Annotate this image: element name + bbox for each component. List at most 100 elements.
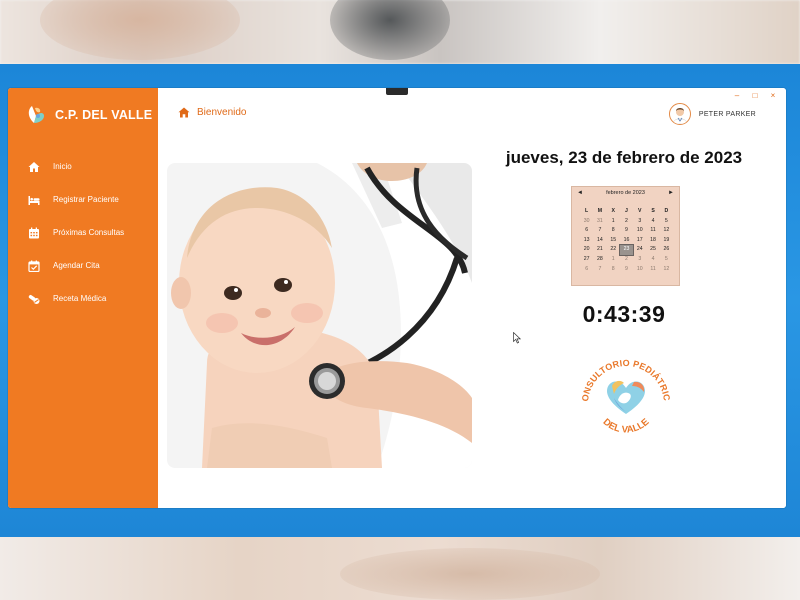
sidebar-item-proximas-consultas[interactable]: Próximas Consultas [28,216,153,249]
sidebar-item-receta-medica[interactable]: Receta Médica [28,282,153,315]
calendar-day[interactable]: 2 [620,217,633,227]
clinic-logo-badge: CONSULTORIO PEDIÁTRICO DEL VALLE [570,338,678,450]
app-logo-icon [28,106,44,123]
home-icon [28,161,40,172]
calendar-day[interactable]: 8 [607,226,620,236]
window-controls: – □ × [732,91,778,100]
calendar-icon [29,227,39,238]
sidebar-item-agendar-cita[interactable]: Agendar Cita [28,249,153,282]
calendar-day[interactable]: 17 [633,236,646,246]
sidebar-nav: Inicio Registrar Paciente Próximas Consu… [28,150,153,315]
calendar-day[interactable]: 3 [633,255,646,265]
calendar-week-row: 6 7 8 9 10 11 12 [580,226,673,236]
calendar-day[interactable]: 23 [618,244,635,256]
calendar-grid: L M X J V S D 30 31 1 2 3 4 5 6 7 8 9 10 11 12 13 14 15 1… [580,207,673,274]
current-date: jueves, 23 de febrero de 2023 [505,148,743,167]
calendar-day[interactable]: 19 [660,236,673,246]
sidebar-item-registrar-paciente[interactable]: Registrar Paciente [28,183,153,216]
pills-icon [28,294,40,304]
calendar-day[interactable]: 7 [593,226,606,236]
calendar-day[interactable]: 9 [620,265,633,275]
doctor-avatar-icon [672,108,688,124]
calendar-day[interactable]: 13 [580,236,593,246]
avatar [668,103,691,125]
background-blur-shape [340,548,600,600]
breadcrumb-label: Bienvenido [197,107,247,118]
calendar-weeks: 30 31 1 2 3 4 5 6 7 8 9 10 11 12 13 14 15 16 17 18 19 20 21 22 2… [580,217,673,275]
weekday-label: L [585,208,589,214]
calendar-day[interactable]: 1 [607,255,620,265]
calendar-day[interactable]: 31 [593,217,606,227]
doctor-baby-photo [167,163,472,468]
calendar-day[interactable]: 30 [580,217,593,227]
user-name: PETER PARKER [698,110,756,118]
calendar-day[interactable]: 5 [660,255,673,265]
calendar-day[interactable]: 6 [580,226,593,236]
calendar-day[interactable]: 3 [633,217,646,227]
mouse-cursor-icon [513,332,521,344]
calendar-day[interactable]: 4 [646,255,659,265]
svg-text:DEL VALLE: DEL VALLE [601,417,652,436]
calendar-weekdays: L M X J V S D [580,207,673,217]
close-button[interactable]: × [768,91,778,100]
calendar-day[interactable]: 7 [593,265,606,275]
calendar-day[interactable]: 16 [620,236,633,246]
calendar-day[interactable]: 10 [633,265,646,275]
calendar-week-row: 20 21 22 23 24 25 26 [580,244,673,256]
calendar-next-button[interactable]: ► [668,190,674,196]
main-content: – □ × Bienvenido PETER PARKER jueves, 23… [158,88,786,508]
calendar-week-row: 13 14 15 16 17 18 19 [580,236,673,246]
maximize-button[interactable]: □ [750,91,760,100]
month-calendar[interactable]: ◄ febrero de 2023 ► L M X J V S D 30 31 1 2… [571,186,680,286]
sidebar-item-label: Receta Médica [53,294,107,303]
calendar-day[interactable]: 8 [607,265,620,275]
minimize-button[interactable]: – [732,91,742,100]
weekday-label: V [638,208,642,214]
home-icon [178,107,190,118]
heart-hand-logo-icon [607,380,645,414]
user-menu[interactable]: PETER PARKER [668,103,756,125]
calendar-day[interactable]: 5 [660,217,673,227]
calendar-day[interactable]: 1 [607,217,620,227]
sidebar-item-label: Próximas Consultas [53,228,125,237]
calendar-day[interactable]: 25 [646,245,659,255]
calendar-day[interactable]: 15 [607,236,620,246]
sidebar-item-label: Registrar Paciente [53,195,119,204]
calendar-day[interactable]: 4 [646,217,659,227]
weekday-label: J [625,208,628,214]
calendar-month-label: febrero de 2023 [606,190,645,196]
app-window: C.P. DEL VALLE Inicio Registrar Paciente… [8,88,786,508]
logo-bottom-text: DEL VALLE [601,417,652,436]
calendar-day[interactable]: 6 [580,265,593,275]
weekday-label: M [597,208,603,214]
breadcrumb: Bienvenido [178,107,246,118]
sidebar-item-inicio[interactable]: Inicio [28,150,153,183]
calendar-day[interactable]: 14 [593,236,606,246]
app-title: C.P. DEL VALLE [55,108,153,122]
calendar-day[interactable]: 26 [660,245,673,255]
calendar-day[interactable]: 18 [646,236,659,246]
calendar-day[interactable]: 12 [660,265,673,275]
calendar-day[interactable]: 2 [620,255,633,265]
calendar-prev-button[interactable]: ◄ [577,190,583,196]
bed-icon [28,195,40,205]
calendar-week-row: 30 31 1 2 3 4 5 [580,217,673,227]
weekday-label: D [664,208,669,214]
calendar-day[interactable]: 21 [593,245,606,255]
weekday-label: X [611,208,615,214]
calendar-day[interactable]: 20 [580,245,593,255]
sidebar-item-label: Agendar Cita [53,261,100,270]
calendar-day[interactable]: 12 [660,226,673,236]
sidebar-item-label: Inicio [53,162,72,171]
calendar-check-icon [28,260,40,272]
calendar-day[interactable]: 22 [607,245,620,255]
calendar-day[interactable]: 24 [633,245,646,255]
calendar-day[interactable]: 27 [580,255,593,265]
calendar-day[interactable]: 9 [620,226,633,236]
weekday-label: S [651,208,655,214]
calendar-day[interactable]: 28 [593,255,606,265]
camera-notch [386,88,408,95]
calendar-day[interactable]: 11 [646,226,659,236]
calendar-day[interactable]: 11 [646,265,659,275]
calendar-day[interactable]: 10 [633,226,646,236]
